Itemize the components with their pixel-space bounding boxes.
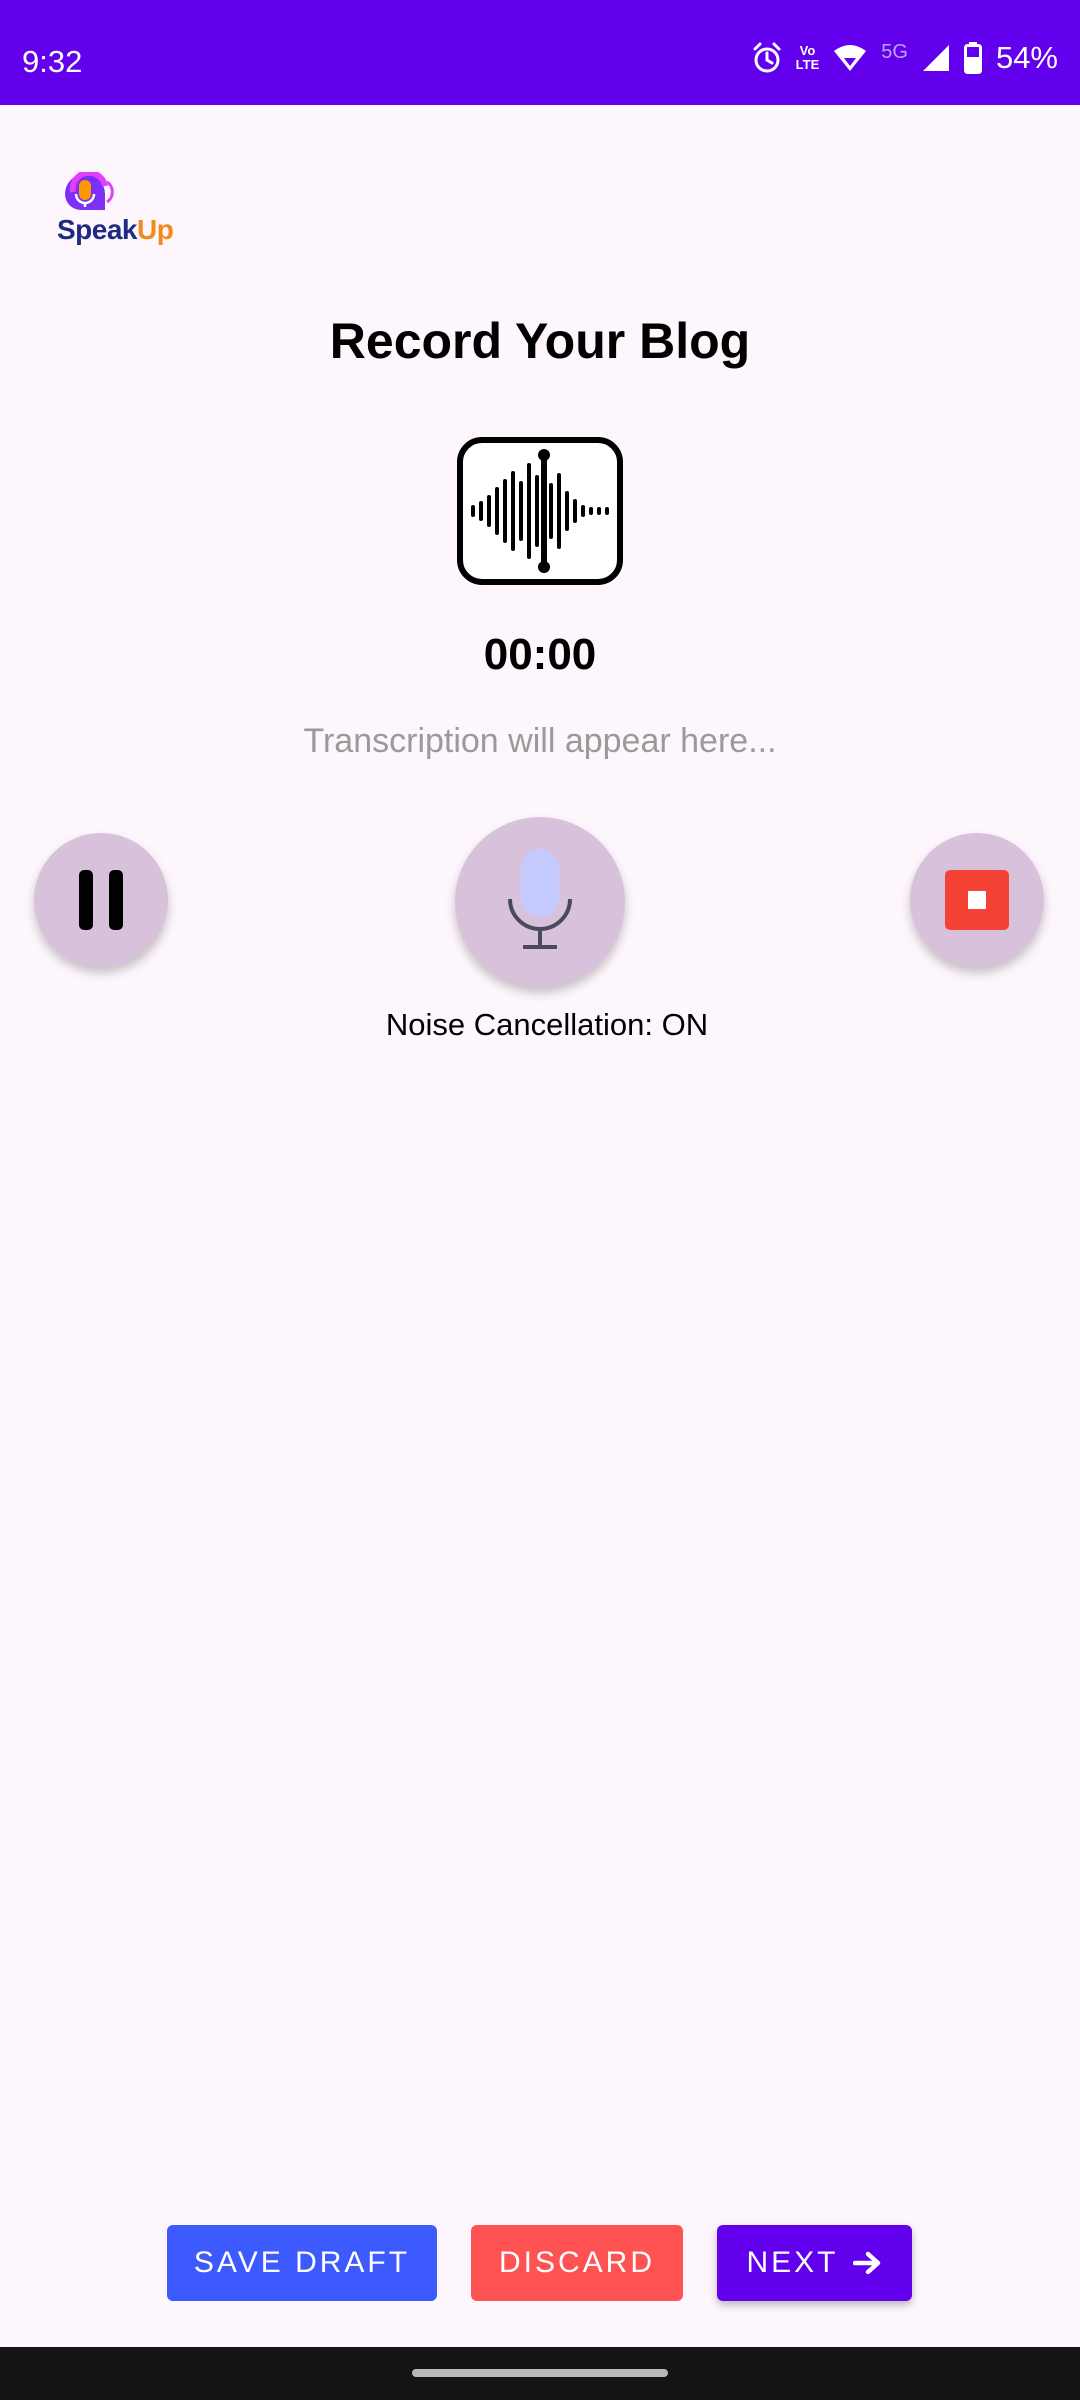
gesture-handle[interactable] <box>412 2369 668 2377</box>
app-logo: SpeakUp <box>55 172 175 252</box>
status-icons: Vo LTE 5G 54% <box>752 40 1058 76</box>
pause-button[interactable] <box>34 833 168 967</box>
volte-bottom: LTE <box>795 57 820 72</box>
pause-icon <box>79 870 123 930</box>
status-time: 9:32 <box>22 44 83 79</box>
logo-up: Up <box>137 214 174 245</box>
navigation-bar <box>0 2347 1080 2400</box>
battery-percent: 54% <box>995 40 1058 75</box>
stop-icon <box>945 870 1009 930</box>
discard-button[interactable]: DISCARD <box>471 2225 683 2301</box>
next-button[interactable]: NEXT <box>717 2225 912 2301</box>
next-label: NEXT <box>746 2246 839 2279</box>
save-draft-button[interactable]: SAVE DRAFT <box>167 2225 437 2301</box>
record-button[interactable] <box>455 817 625 987</box>
battery-icon <box>963 42 982 74</box>
signal-icon <box>922 44 950 72</box>
logo-text: SpeakUp <box>57 214 174 246</box>
save-draft-label: SAVE DRAFT <box>193 2246 411 2279</box>
wifi-icon <box>833 44 867 72</box>
transcription-text: Transcription will appear here... <box>303 722 777 760</box>
volte-icon: Vo LTE <box>796 44 820 72</box>
page-title: Record Your Blog <box>329 313 751 369</box>
alarm-icon <box>752 42 782 74</box>
logo-speak: Speak <box>57 214 138 245</box>
network-type: 5G <box>881 40 908 63</box>
recording-timer: 00:00 <box>483 630 597 679</box>
microphone-icon <box>508 849 572 949</box>
waveform-icon <box>457 437 623 585</box>
volte-top: Vo <box>799 43 816 58</box>
arrow-right-icon <box>852 2251 880 2275</box>
noise-cancellation-label: Noise Cancellation: ON <box>385 1007 709 1042</box>
stop-button[interactable] <box>910 833 1044 967</box>
discard-label: DISCARD <box>498 2246 655 2279</box>
status-bar: 9:32 Vo LTE 5G 54% <box>0 0 1080 105</box>
